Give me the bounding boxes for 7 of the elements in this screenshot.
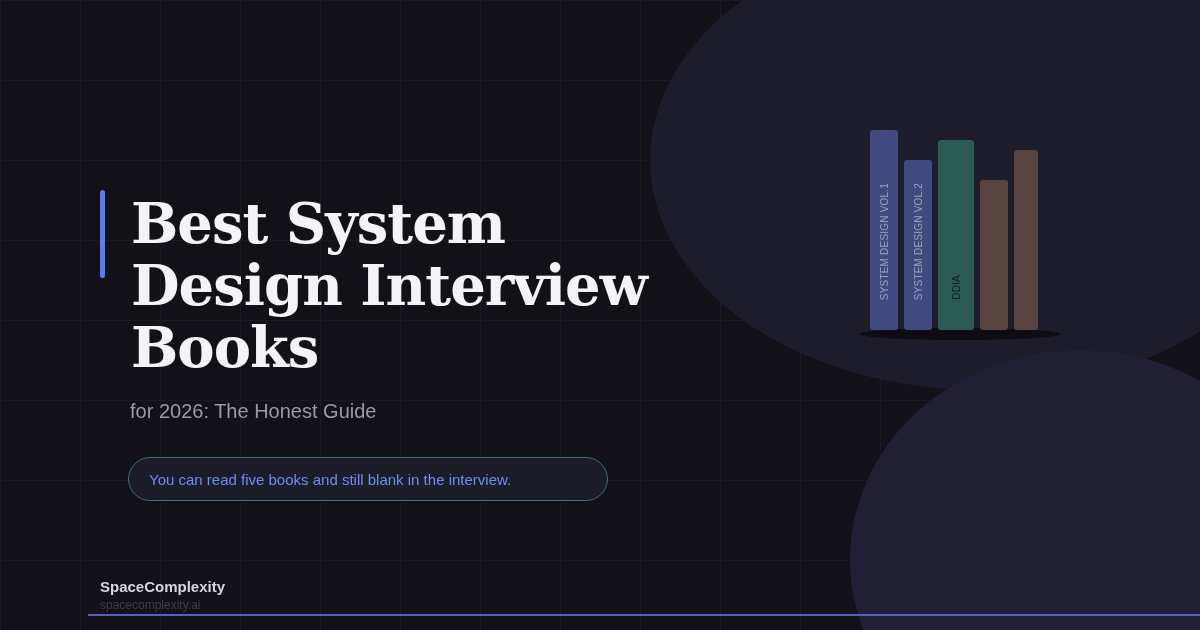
- subtitle: for 2026: The Honest Guide: [130, 400, 377, 423]
- callout-text: You can read five books and still blank in the interview.: [149, 470, 512, 488]
- page-title: Best System Design Interview Books: [131, 190, 650, 378]
- book-title: DDIA: [950, 275, 962, 300]
- brand-name: SpaceComplexity: [100, 578, 226, 595]
- book-title: SYSTEM DESIGN VOL.2: [912, 182, 924, 300]
- book-title: SYSTEM DESIGN VOL.1: [878, 182, 890, 300]
